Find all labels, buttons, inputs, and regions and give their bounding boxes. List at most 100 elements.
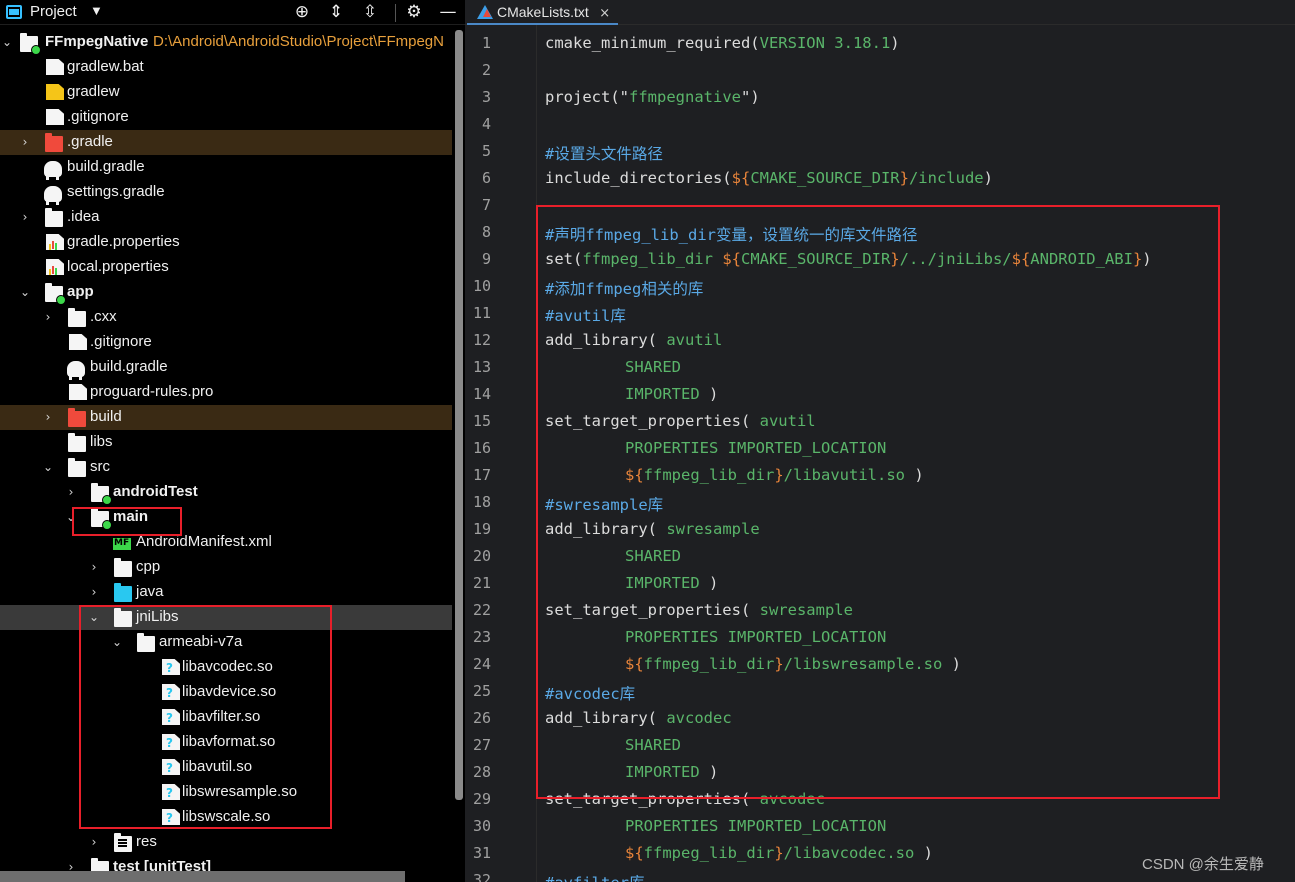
code-line: cmake_minimum_required(VERSION 3.18.1) bbox=[545, 34, 900, 52]
tree-item-res[interactable]: › res bbox=[0, 830, 452, 855]
tab-label: CMakeLists.txt bbox=[497, 4, 589, 20]
tree-item-idea[interactable]: › .idea bbox=[0, 205, 452, 230]
collapse-all-icon[interactable]: ⇳ bbox=[358, 1, 382, 23]
minimize-icon[interactable]: — bbox=[436, 1, 460, 23]
chevron-down-icon[interactable]: ⌄ bbox=[0, 34, 14, 50]
tree-item-label: res bbox=[136, 833, 157, 850]
tree-item-gradlew[interactable]: gradlew bbox=[0, 80, 452, 105]
tree-item-proguard[interactable]: proguard-rules.pro bbox=[0, 380, 452, 405]
line-number: 4 bbox=[481, 115, 491, 133]
chevron-right-icon[interactable]: › bbox=[41, 309, 55, 325]
tree-item-so-file[interactable]: libavformat.so bbox=[0, 730, 452, 755]
code-token: include_directories( bbox=[545, 169, 732, 187]
tree-item-local-properties[interactable]: local.properties bbox=[0, 255, 452, 280]
project-view-title[interactable]: Project bbox=[30, 3, 77, 20]
code-token: /../jniLibs/ bbox=[899, 250, 1012, 268]
expand-all-icon[interactable]: ⇕ bbox=[324, 1, 348, 23]
code-token: add_library( bbox=[545, 709, 667, 727]
chevron-down-icon[interactable]: ⌄ bbox=[41, 459, 55, 475]
line-number: 16 bbox=[472, 439, 491, 457]
line-number: 19 bbox=[472, 520, 491, 538]
tree-item-label: libavformat.so bbox=[182, 733, 276, 750]
tree-item-cxx[interactable]: › .cxx bbox=[0, 305, 452, 330]
gitignore-file-icon bbox=[69, 334, 87, 350]
tree-item-label: build.gradle bbox=[67, 158, 145, 175]
code-token: ${ bbox=[625, 655, 644, 673]
tree-item-src[interactable]: ⌄ src bbox=[0, 455, 452, 480]
code-line: include_directories(${CMAKE_SOURCE_DIR}/… bbox=[545, 169, 993, 187]
code-token: avcodec bbox=[666, 709, 732, 727]
tree-item-so-file[interactable]: libavdevice.so bbox=[0, 680, 452, 705]
close-icon[interactable]: × bbox=[599, 6, 610, 21]
chevron-right-icon[interactable]: › bbox=[41, 409, 55, 425]
tree-item-so-file[interactable]: libavutil.so bbox=[0, 755, 452, 780]
tree-item-android-manifest[interactable]: AndroidManifest.xml bbox=[0, 530, 452, 555]
tree-item-build-gradle-root[interactable]: build.gradle bbox=[0, 155, 452, 180]
tree-item-app[interactable]: ⌄ app bbox=[0, 280, 452, 305]
tree-item-cpp[interactable]: › cpp bbox=[0, 555, 452, 580]
tree-item-label: main bbox=[113, 508, 149, 525]
locate-icon[interactable]: ⊕ bbox=[290, 1, 314, 23]
watermark: CSDN @余生爱静 bbox=[1142, 856, 1264, 873]
line-number: 23 bbox=[472, 628, 491, 646]
tree-item-java[interactable]: › java bbox=[0, 580, 452, 605]
tree-item-so-file[interactable]: libswresample.so bbox=[0, 780, 452, 805]
tree-item-app-gitignore[interactable]: .gitignore bbox=[0, 330, 452, 355]
chevron-down-icon[interactable]: ▼ bbox=[90, 3, 103, 18]
chevron-down-icon[interactable]: ⌄ bbox=[18, 284, 32, 300]
line-number: 24 bbox=[472, 655, 491, 673]
code-token: /include bbox=[908, 169, 984, 187]
chevron-right-icon[interactable]: › bbox=[87, 559, 101, 575]
code-token: CMAKE_SOURCE_DIR bbox=[750, 169, 900, 187]
tree-item-settings-gradle[interactable]: settings.gradle bbox=[0, 180, 452, 205]
chevron-right-icon[interactable]: › bbox=[87, 834, 101, 850]
vertical-scrollbar[interactable] bbox=[455, 30, 463, 800]
tree-item-armeabi-v7a[interactable]: ⌄ armeabi-v7a bbox=[0, 630, 452, 655]
line-number: 3 bbox=[481, 88, 491, 106]
tree-item-so-file[interactable]: libavfilter.so bbox=[0, 705, 452, 730]
code-token: } bbox=[890, 250, 900, 268]
tree-item-build[interactable]: › build bbox=[0, 405, 452, 430]
tree-item-main[interactable]: ⌄ main bbox=[0, 505, 452, 530]
tree-item-label: settings.gradle bbox=[67, 183, 165, 200]
tree-item-libs[interactable]: libs bbox=[0, 430, 452, 455]
tree-root-ffmpegnative[interactable]: ⌄ FFmpegNative D:\Android\AndroidStudio\… bbox=[0, 30, 452, 55]
tree-item-gradle-properties[interactable]: gradle.properties bbox=[0, 230, 452, 255]
code-line: set_target_properties( swresample bbox=[545, 601, 853, 619]
chevron-down-icon[interactable]: ⌄ bbox=[64, 509, 78, 525]
folder-icon bbox=[114, 608, 132, 627]
code-token: add_library( bbox=[545, 331, 667, 349]
tree-item-so-file[interactable]: libavcodec.so bbox=[0, 655, 452, 680]
tree-item-label: AndroidManifest.xml bbox=[136, 533, 272, 550]
tree-item-androidtest[interactable]: › androidTest bbox=[0, 480, 452, 505]
tree-item-jnilibs[interactable]: ⌄ jniLibs bbox=[0, 605, 452, 630]
code-token: /libavcodec.so bbox=[783, 844, 915, 862]
tree-item-gradlew-bat[interactable]: gradlew.bat bbox=[0, 55, 452, 80]
tree-item-so-file[interactable]: libswscale.so bbox=[0, 805, 452, 830]
code-token: ffmpeg_lib_dir bbox=[643, 655, 775, 673]
chevron-right-icon[interactable]: › bbox=[64, 484, 78, 500]
tree-item-gitignore[interactable]: .gitignore bbox=[0, 105, 452, 130]
gear-icon[interactable]: ⚙ bbox=[402, 1, 426, 23]
code-token: } bbox=[774, 655, 784, 673]
tree-item-app-build-gradle[interactable]: build.gradle bbox=[0, 355, 452, 380]
tab-cmakelists[interactable]: CMakeLists.txt × bbox=[467, 0, 619, 25]
code-token: ) bbox=[905, 466, 924, 484]
tree-item-label: java bbox=[136, 583, 164, 600]
code-editor[interactable]: 1 2 3 4 5 6 7 8 9 10 11 12 13 14 15 16 17 18 19 20 21 22 23 24 2… bbox=[465, 25, 1295, 882]
tree-item-label: libswresample.so bbox=[182, 783, 298, 800]
chevron-down-icon[interactable]: ⌄ bbox=[110, 634, 124, 650]
module-folder-icon bbox=[45, 283, 66, 305]
project-view-icon bbox=[6, 5, 22, 19]
chevron-down-icon[interactable]: ⌄ bbox=[87, 609, 101, 625]
line-number: 13 bbox=[472, 358, 491, 376]
manifest-file-icon bbox=[113, 538, 131, 550]
horizontal-scrollbar[interactable] bbox=[0, 871, 405, 882]
chevron-right-icon[interactable]: › bbox=[18, 134, 32, 150]
line-number: 9 bbox=[481, 250, 491, 268]
chevron-right-icon[interactable]: › bbox=[87, 584, 101, 600]
unknown-file-icon bbox=[162, 809, 180, 825]
tree-item-dot-gradle[interactable]: › .gradle bbox=[0, 130, 452, 155]
chevron-right-icon[interactable]: › bbox=[18, 209, 32, 225]
gradle-elephant-icon bbox=[44, 186, 62, 205]
